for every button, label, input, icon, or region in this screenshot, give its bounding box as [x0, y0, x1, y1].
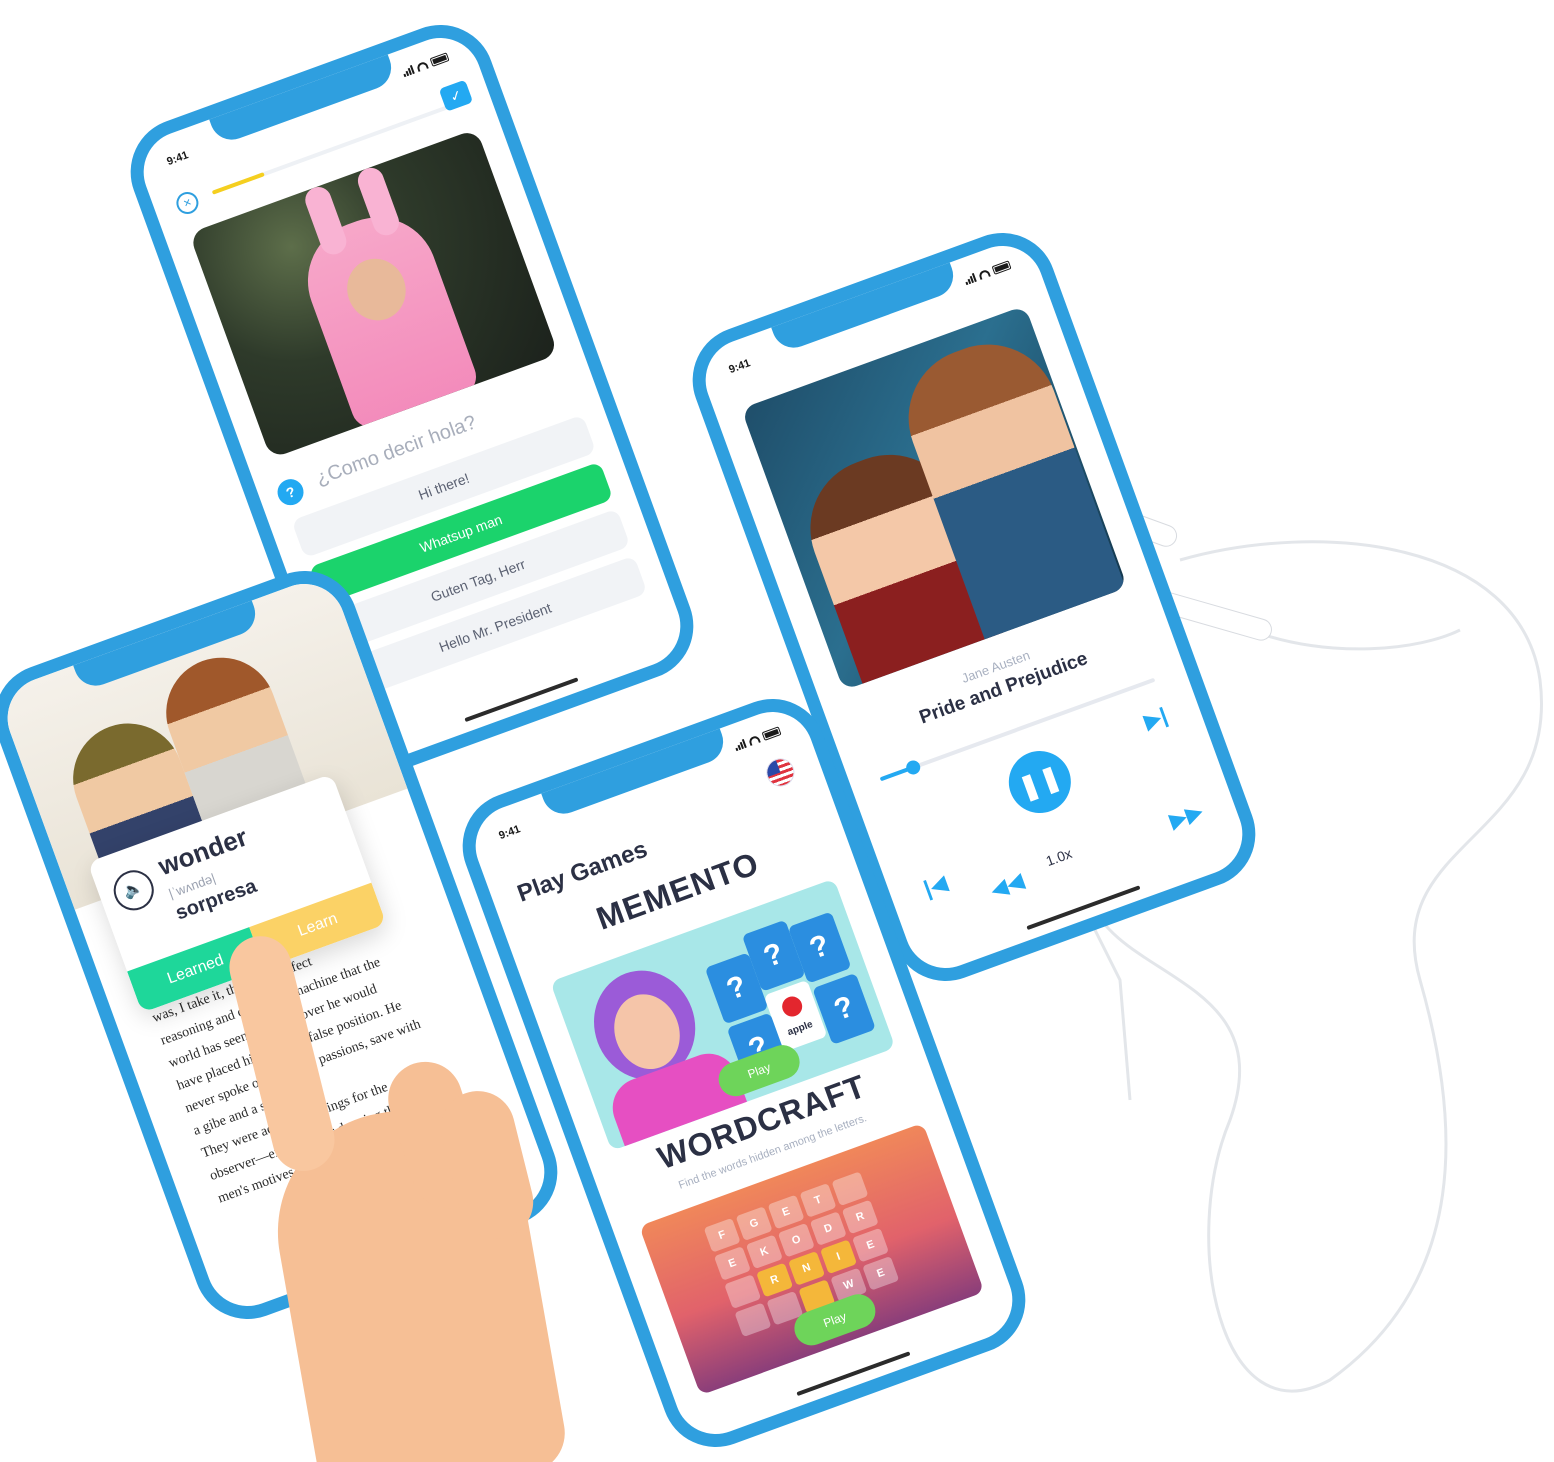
skip-previous-icon[interactable]: |◀ [920, 870, 951, 902]
letter-tile[interactable] [734, 1302, 772, 1338]
rewind-icon[interactable]: ◀◀ [987, 867, 1028, 903]
signal-icon [963, 272, 977, 286]
battery-icon [761, 726, 782, 741]
us-flag-icon[interactable] [762, 754, 799, 791]
status-icons [733, 726, 782, 752]
phone-notch [208, 52, 398, 146]
battery-icon [991, 260, 1012, 275]
pointing-hand [222, 929, 590, 1462]
home-indicator [796, 1351, 911, 1397]
battery-icon [429, 52, 450, 67]
bunny-ear-left [301, 183, 351, 259]
skip-next-icon[interactable]: ▶| [1140, 702, 1171, 734]
fast-forward-icon[interactable]: ▶▶ [1166, 798, 1207, 834]
signal-icon [401, 64, 415, 78]
status-time: 9:41 [727, 357, 753, 377]
speaker-icon[interactable]: 🔈 [108, 864, 160, 916]
letter-tile[interactable]: E [862, 1255, 900, 1291]
wifi-icon [977, 268, 991, 281]
home-indicator [464, 677, 579, 723]
playback-speed[interactable]: 1.0x [1044, 845, 1074, 869]
wifi-icon [415, 60, 429, 73]
pause-icon[interactable]: ❚❚ [1000, 742, 1080, 822]
status-time: 9:41 [497, 823, 523, 843]
signal-icon [733, 738, 747, 752]
phone-notch [540, 726, 730, 820]
help-icon[interactable]: ? [273, 475, 308, 509]
seek-knob[interactable] [904, 758, 923, 777]
apple-card-label: apple [786, 1018, 815, 1039]
status-time: 9:41 [165, 149, 191, 169]
close-icon[interactable]: × [173, 188, 202, 218]
status-icons [401, 52, 450, 78]
wifi-icon [747, 734, 761, 747]
quiz-progress-fill [211, 172, 265, 195]
status-icons [963, 260, 1012, 286]
